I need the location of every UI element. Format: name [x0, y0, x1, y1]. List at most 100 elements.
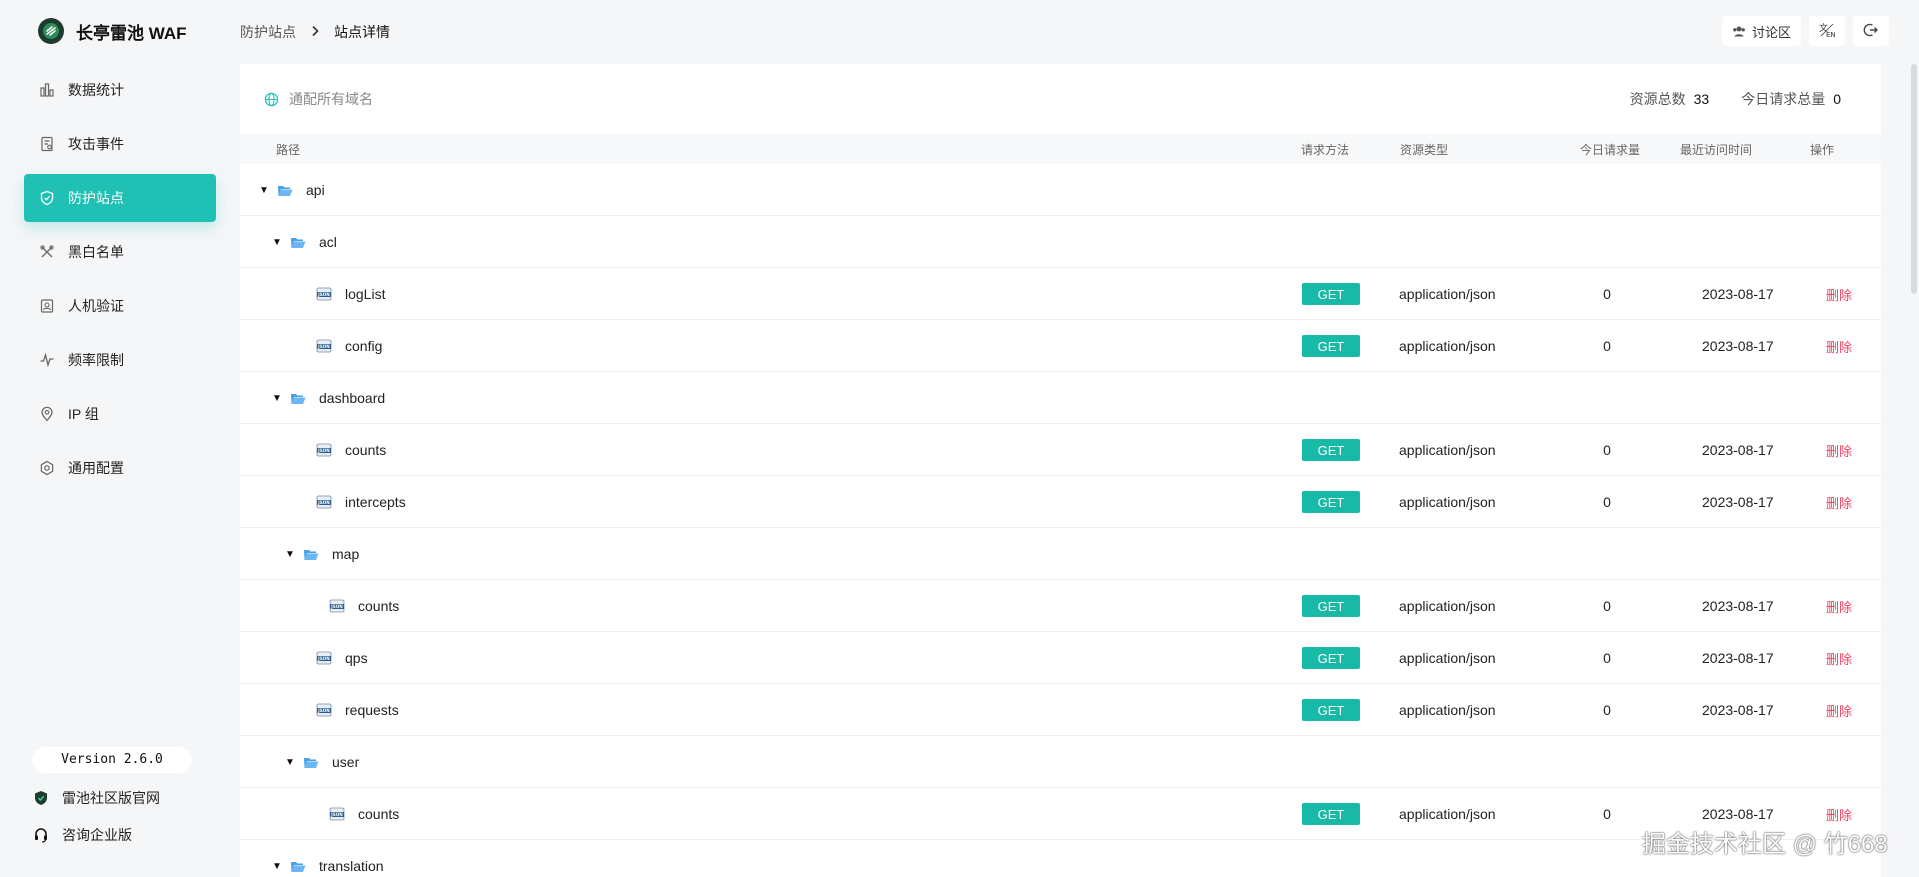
resource-row[interactable]: JSON logList GET application/json 0 2023-08-1… [240, 268, 1881, 320]
folder-row[interactable]: ▼ dashboard [240, 372, 1881, 424]
document-icon [38, 135, 56, 153]
header-path: 路径 [276, 142, 301, 157]
folder-row[interactable]: ▼ translation [240, 840, 1881, 877]
svg-text:JSON: JSON [317, 708, 330, 713]
folder-row[interactable]: ▼ acl [240, 216, 1881, 268]
folder-open-icon [289, 840, 307, 877]
sidebar-item-label: 防护站点 [68, 190, 124, 206]
delete-link[interactable]: 删除 [1826, 580, 1852, 632]
delete-link[interactable]: 删除 [1826, 268, 1852, 320]
sidebar-item-2[interactable]: 防护站点 [24, 174, 216, 222]
caret-down-icon[interactable]: ▼ [258, 164, 270, 216]
method-badge: GET [1302, 491, 1360, 513]
last-access-time: 2023-08-17 [1702, 494, 1774, 510]
caret-down-icon[interactable]: ▼ [271, 216, 283, 268]
breadcrumb: 防护站点 站点详情 [240, 20, 390, 44]
delete-link[interactable]: 删除 [1826, 632, 1852, 684]
folder-open-icon [302, 736, 320, 788]
resource-row[interactable]: JSON counts GET application/json 0 2023-08-17… [240, 788, 1881, 840]
folder-open-icon [302, 528, 320, 580]
delete-link[interactable]: 删除 [1826, 320, 1852, 372]
sidebar-item-1[interactable]: 攻击事件 [24, 120, 216, 168]
table-body: ▼ api ▼ acl JSON logList GET application/json 0 2… [240, 164, 1881, 877]
official-site-label: 雷池社区版官网 [62, 790, 160, 806]
today-requests: 今日请求总量 0 [1741, 89, 1841, 109]
sidebar-item-0[interactable]: 数据统计 [24, 66, 216, 114]
scrollbar-thumb[interactable] [1911, 64, 1917, 294]
sidebar-item-3[interactable]: 黑白名单 [24, 228, 216, 276]
sidebar-item-4[interactable]: 人机验证 [24, 282, 216, 330]
svg-text:EN: EN [1826, 31, 1835, 38]
card-toolbar: 通配所有域名 资源总数 33 今日请求总量 0 [240, 64, 1881, 134]
robot-icon [38, 297, 56, 315]
svg-text:JSON: JSON [317, 656, 330, 661]
header-actions: 讨论区 文 EN [1721, 16, 1889, 46]
total-resources-label: 资源总数 [1629, 91, 1686, 107]
header-requests: 今日请求量 [1580, 142, 1641, 157]
settings-icon [38, 459, 56, 477]
last-access-time: 2023-08-17 [1702, 286, 1774, 302]
sidebar-item-5[interactable]: 频率限制 [24, 336, 216, 384]
caret-down-icon[interactable]: ▼ [271, 372, 283, 424]
header-type: 资源类型 [1400, 142, 1449, 157]
leichi-logo-icon [38, 18, 64, 44]
enterprise-link[interactable]: 咨询企业版 [32, 823, 132, 847]
json-file-icon: JSON [315, 476, 333, 528]
delete-link[interactable]: 删除 [1826, 476, 1852, 528]
version-badge: Version 2.6.0 [32, 747, 192, 773]
today-request-count: 0 [1603, 702, 1611, 718]
svg-text:JSON: JSON [330, 604, 343, 609]
caret-down-icon[interactable]: ▼ [284, 736, 296, 788]
official-site-link[interactable]: 雷池社区版官网 [32, 786, 160, 810]
page-scrollbar[interactable] [1909, 64, 1919, 304]
resource-row[interactable]: JSON qps GET application/json 0 2023-08-17 删除 [240, 632, 1881, 684]
method-badge: GET [1302, 439, 1360, 461]
folder-name: dashboard [319, 390, 386, 406]
sidebar-item-7[interactable]: 通用配置 [24, 444, 216, 492]
resource-row[interactable]: JSON intercepts GET application/json 0 2023-0… [240, 476, 1881, 528]
folder-row[interactable]: ▼ map [240, 528, 1881, 580]
resource-row[interactable]: JSON config GET application/json 0 2023-08-17… [240, 320, 1881, 372]
method-badge: GET [1302, 803, 1360, 825]
logout-button[interactable] [1853, 16, 1889, 46]
sidebar-item-6[interactable]: IP 组 [24, 390, 216, 438]
today-request-count: 0 [1603, 598, 1611, 614]
breadcrumb-parent[interactable]: 防护站点 [240, 22, 296, 42]
json-file-icon: JSON [315, 320, 333, 372]
svg-text:JSON: JSON [317, 344, 330, 349]
shield-logo-icon [32, 789, 50, 807]
resource-name: counts [358, 806, 400, 822]
folder-name: acl [319, 234, 337, 250]
shield-icon [38, 189, 56, 207]
folder-open-icon [289, 372, 307, 424]
method-badge: GET [1302, 335, 1360, 357]
today-request-count: 0 [1603, 286, 1611, 302]
resource-type: application/json [1399, 650, 1496, 666]
caret-down-icon[interactable]: ▼ [284, 528, 296, 580]
bar-chart-icon [38, 81, 56, 99]
today-requests-label: 今日请求总量 [1741, 91, 1826, 107]
json-file-icon: JSON [328, 788, 346, 840]
table-header: 路径 请求方法 资源类型 今日请求量 最近访问时间 操作 [240, 134, 1881, 164]
resource-row[interactable]: JSON counts GET application/json 0 2023-08-17… [240, 580, 1881, 632]
resource-type: application/json [1399, 702, 1496, 718]
caret-down-icon[interactable]: ▼ [271, 840, 283, 877]
header-operation: 操作 [1810, 142, 1835, 157]
last-access-time: 2023-08-17 [1702, 650, 1774, 666]
forum-button[interactable]: 讨论区 [1721, 16, 1801, 46]
language-button[interactable]: 文 EN [1809, 16, 1845, 46]
logout-icon [1863, 22, 1879, 41]
today-request-count: 0 [1603, 442, 1611, 458]
enterprise-label: 咨询企业版 [62, 827, 132, 843]
resource-row[interactable]: JSON requests GET application/json 0 2023-08-… [240, 684, 1881, 736]
today-request-count: 0 [1603, 650, 1611, 666]
sidebar-item-label: 数据统计 [68, 82, 124, 98]
resource-row[interactable]: JSON counts GET application/json 0 2023-08-17… [240, 424, 1881, 476]
delete-link[interactable]: 删除 [1826, 684, 1852, 736]
folder-open-icon [289, 216, 307, 268]
method-badge: GET [1302, 647, 1360, 669]
delete-link[interactable]: 删除 [1826, 424, 1852, 476]
brand[interactable]: 长亭雷池 WAF [38, 16, 187, 46]
folder-row[interactable]: ▼ api [240, 164, 1881, 216]
folder-row[interactable]: ▼ user [240, 736, 1881, 788]
